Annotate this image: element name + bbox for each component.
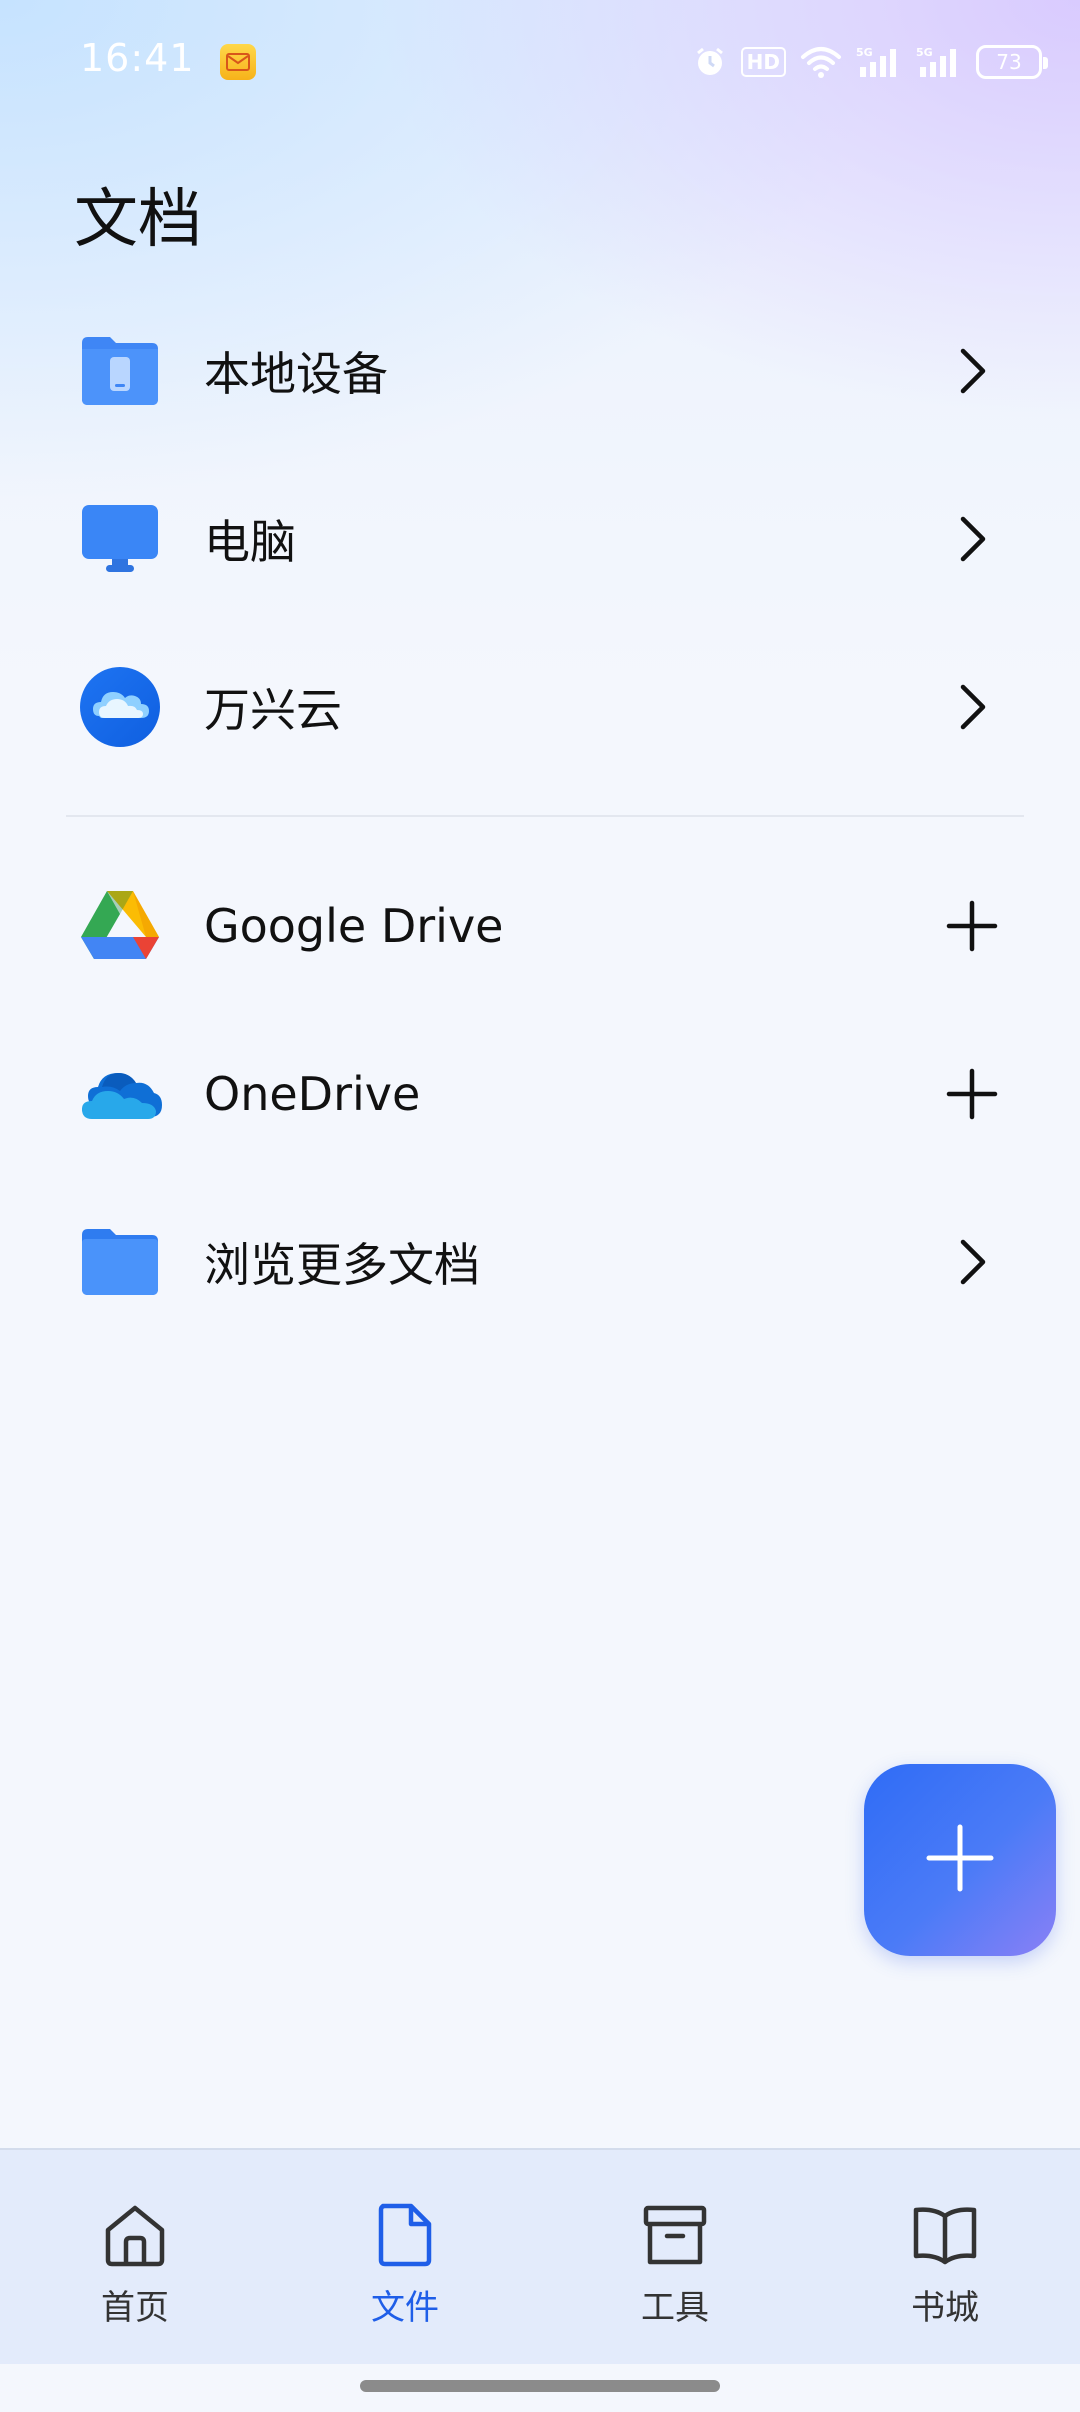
- page-title: 文档: [74, 183, 202, 257]
- local-device-icon: [78, 329, 162, 413]
- nav-tab-files[interactable]: 文件: [270, 2150, 540, 2366]
- list-item-label: 万兴云: [204, 683, 342, 737]
- nav-tab-home[interactable]: 首页: [0, 2150, 270, 2366]
- list-item-computer[interactable]: 电脑: [0, 455, 1080, 623]
- list-item-label: Google Drive: [204, 899, 504, 953]
- signal-5g-icon: 5G: [916, 45, 962, 79]
- list-item-label: 浏览更多文档: [204, 1238, 480, 1292]
- home-indicator[interactable]: [360, 2380, 720, 2392]
- chevron-right-icon[interactable]: [944, 1234, 1000, 1290]
- status-time: 16:41: [80, 36, 195, 80]
- list-item-wondershare-cloud[interactable]: 万兴云: [0, 623, 1080, 791]
- mail-icon: [220, 44, 256, 80]
- google-drive-icon: [78, 884, 162, 968]
- alarm-icon: [693, 45, 727, 79]
- computer-icon: [78, 497, 162, 581]
- wondershare-cloud-icon: [78, 665, 162, 749]
- nav-label: 书城: [911, 2288, 979, 2328]
- list-item-label: OneDrive: [204, 1067, 421, 1121]
- document-icon: [370, 2200, 440, 2270]
- section-divider: [66, 815, 1024, 817]
- plus-icon[interactable]: [944, 898, 1000, 954]
- svg-text:5G: 5G: [916, 46, 933, 59]
- chevron-right-icon[interactable]: [944, 679, 1000, 735]
- svg-text:5G: 5G: [856, 46, 873, 59]
- add-button[interactable]: [864, 1764, 1056, 1956]
- battery-icon: 73: [976, 45, 1048, 79]
- nav-tab-tools[interactable]: 工具: [540, 2150, 810, 2366]
- status-icons: HD 5G 5G 73: [693, 42, 1048, 82]
- nav-label: 文件: [371, 2288, 439, 2328]
- onedrive-icon: [78, 1052, 162, 1136]
- bottom-navigation: 首页 文件 工具 书城: [0, 2148, 1080, 2364]
- list-item-google-drive[interactable]: Google Drive: [0, 842, 1080, 1010]
- folder-icon: [78, 1220, 162, 1304]
- plus-icon[interactable]: [944, 1066, 1000, 1122]
- signal-5g-icon: 5G: [856, 45, 902, 79]
- nav-label: 首页: [101, 2288, 169, 2328]
- list-item-label: 电脑: [204, 515, 296, 569]
- list-item-browse-more[interactable]: 浏览更多文档: [0, 1178, 1080, 1346]
- book-icon: [910, 2200, 980, 2270]
- list-item-label: 本地设备: [204, 347, 388, 401]
- nav-tab-bookstore[interactable]: 书城: [810, 2150, 1080, 2366]
- chevron-right-icon[interactable]: [944, 511, 1000, 567]
- nav-label: 工具: [641, 2288, 709, 2328]
- list-item-onedrive[interactable]: OneDrive: [0, 1010, 1080, 1178]
- plus-icon: [925, 1823, 995, 1897]
- hd-icon: HD: [740, 47, 786, 77]
- battery-level: 73: [996, 50, 1022, 74]
- wifi-icon: [800, 45, 842, 79]
- list-item-local-device[interactable]: 本地设备: [0, 287, 1080, 455]
- chevron-right-icon[interactable]: [944, 343, 1000, 399]
- toolbox-icon: [640, 2200, 710, 2270]
- home-icon: [100, 2200, 170, 2270]
- status-bar: 16:41 HD 5G 5G 73: [0, 0, 1080, 124]
